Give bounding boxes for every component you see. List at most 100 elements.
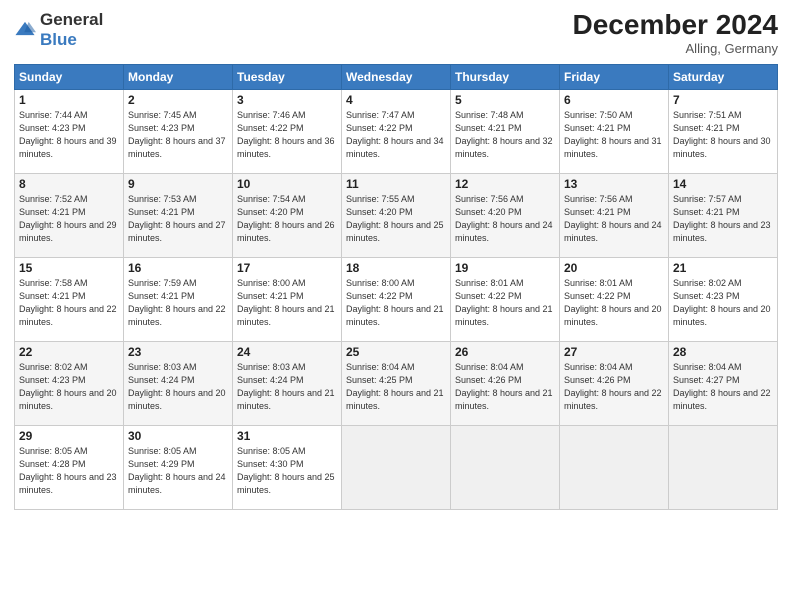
cell-details: Sunrise: 7:57 AM Sunset: 4:21 PM Dayligh… bbox=[673, 193, 773, 245]
week-row-1: 8Sunrise: 7:52 AM Sunset: 4:21 PM Daylig… bbox=[15, 173, 778, 257]
day-number: 19 bbox=[455, 261, 555, 275]
cell-details: Sunrise: 8:04 AM Sunset: 4:26 PM Dayligh… bbox=[455, 361, 555, 413]
cell-details: Sunrise: 7:53 AM Sunset: 4:21 PM Dayligh… bbox=[128, 193, 228, 245]
day-header-thursday: Thursday bbox=[451, 64, 560, 89]
calendar-cell: 29Sunrise: 8:05 AM Sunset: 4:28 PM Dayli… bbox=[15, 425, 124, 509]
cell-details: Sunrise: 8:03 AM Sunset: 4:24 PM Dayligh… bbox=[128, 361, 228, 413]
day-number: 21 bbox=[673, 261, 773, 275]
day-number: 12 bbox=[455, 177, 555, 191]
cell-details: Sunrise: 7:51 AM Sunset: 4:21 PM Dayligh… bbox=[673, 109, 773, 161]
day-header-saturday: Saturday bbox=[669, 64, 778, 89]
day-header-wednesday: Wednesday bbox=[342, 64, 451, 89]
cell-details: Sunrise: 7:44 AM Sunset: 4:23 PM Dayligh… bbox=[19, 109, 119, 161]
calendar-cell: 6 Sunrise: 7:50 AM Sunset: 4:21 PM Daylig… bbox=[560, 89, 669, 173]
day-number: 22 bbox=[19, 345, 119, 359]
day-header-sunday: Sunday bbox=[15, 64, 124, 89]
day-number: 16 bbox=[128, 261, 228, 275]
page: General Blue December 2024 Alling, Germa… bbox=[0, 0, 792, 612]
month-title: December 2024 bbox=[573, 10, 778, 41]
calendar-cell: 26 Sunrise: 8:04 AM Sunset: 4:26 PM Dayli… bbox=[451, 341, 560, 425]
day-number: 6 bbox=[564, 93, 664, 107]
calendar-cell: 5Sunrise: 7:48 AM Sunset: 4:21 PM Daylig… bbox=[451, 89, 560, 173]
day-header-friday: Friday bbox=[560, 64, 669, 89]
calendar-cell: 15 Sunrise: 7:58 AM Sunset: 4:21 PM Dayli… bbox=[15, 257, 124, 341]
day-number: 18 bbox=[346, 261, 446, 275]
cell-details: Sunrise: 8:04 AM Sunset: 4:25 PM Dayligh… bbox=[346, 361, 446, 413]
calendar-cell: 13Sunrise: 7:56 AM Sunset: 4:21 PM Dayli… bbox=[560, 173, 669, 257]
cell-details: Sunrise: 7:58 AM Sunset: 4:21 PM Dayligh… bbox=[19, 277, 119, 329]
calendar-cell: 9Sunrise: 7:53 AM Sunset: 4:21 PM Daylig… bbox=[124, 173, 233, 257]
cell-details: Sunrise: 7:50 AM Sunset: 4:21 PM Dayligh… bbox=[564, 109, 664, 161]
calendar-cell: 23 Sunrise: 8:03 AM Sunset: 4:24 PM Dayli… bbox=[124, 341, 233, 425]
week-row-3: 22 Sunrise: 8:02 AM Sunset: 4:23 PM Dayli… bbox=[15, 341, 778, 425]
calendar-cell: 27Sunrise: 8:04 AM Sunset: 4:26 PM Dayli… bbox=[560, 341, 669, 425]
calendar-cell bbox=[342, 425, 451, 509]
cell-details: Sunrise: 7:59 AM Sunset: 4:21 PM Dayligh… bbox=[128, 277, 228, 329]
day-number: 3 bbox=[237, 93, 337, 107]
cell-details: Sunrise: 8:03 AM Sunset: 4:24 PM Dayligh… bbox=[237, 361, 337, 413]
cell-details: Sunrise: 8:02 AM Sunset: 4:23 PM Dayligh… bbox=[19, 361, 119, 413]
calendar-cell: 3 Sunrise: 7:46 AM Sunset: 4:22 PM Daylig… bbox=[233, 89, 342, 173]
cell-details: Sunrise: 8:00 AM Sunset: 4:21 PM Dayligh… bbox=[237, 277, 337, 329]
calendar-cell: 18 Sunrise: 8:00 AM Sunset: 4:22 PM Dayli… bbox=[342, 257, 451, 341]
cell-details: Sunrise: 8:04 AM Sunset: 4:26 PM Dayligh… bbox=[564, 361, 664, 413]
day-number: 4 bbox=[346, 93, 446, 107]
calendar-cell: 1Sunrise: 7:44 AM Sunset: 4:23 PM Daylig… bbox=[15, 89, 124, 173]
day-number: 10 bbox=[237, 177, 337, 191]
calendar-cell bbox=[560, 425, 669, 509]
week-row-2: 15 Sunrise: 7:58 AM Sunset: 4:21 PM Dayli… bbox=[15, 257, 778, 341]
day-number: 14 bbox=[673, 177, 773, 191]
calendar-cell: 8Sunrise: 7:52 AM Sunset: 4:21 PM Daylig… bbox=[15, 173, 124, 257]
cell-details: Sunrise: 7:56 AM Sunset: 4:21 PM Dayligh… bbox=[564, 193, 664, 245]
cell-details: Sunrise: 8:04 AM Sunset: 4:27 PM Dayligh… bbox=[673, 361, 773, 413]
cell-details: Sunrise: 7:54 AM Sunset: 4:20 PM Dayligh… bbox=[237, 193, 337, 245]
cell-details: Sunrise: 7:56 AM Sunset: 4:20 PM Dayligh… bbox=[455, 193, 555, 245]
calendar-cell: 24 Sunrise: 8:03 AM Sunset: 4:24 PM Dayli… bbox=[233, 341, 342, 425]
week-row-4: 29Sunrise: 8:05 AM Sunset: 4:28 PM Dayli… bbox=[15, 425, 778, 509]
cell-details: Sunrise: 8:05 AM Sunset: 4:29 PM Dayligh… bbox=[128, 445, 228, 497]
day-header-monday: Monday bbox=[124, 64, 233, 89]
calendar-cell: 22 Sunrise: 8:02 AM Sunset: 4:23 PM Dayli… bbox=[15, 341, 124, 425]
day-number: 7 bbox=[673, 93, 773, 107]
calendar-body: 1Sunrise: 7:44 AM Sunset: 4:23 PM Daylig… bbox=[15, 89, 778, 509]
calendar-cell: 12 Sunrise: 7:56 AM Sunset: 4:20 PM Dayli… bbox=[451, 173, 560, 257]
title-block: December 2024 Alling, Germany bbox=[573, 10, 778, 56]
calendar-cell: 10 Sunrise: 7:54 AM Sunset: 4:20 PM Dayli… bbox=[233, 173, 342, 257]
calendar-header-row: SundayMondayTuesdayWednesdayThursdayFrid… bbox=[15, 64, 778, 89]
day-number: 24 bbox=[237, 345, 337, 359]
day-number: 23 bbox=[128, 345, 228, 359]
header: General Blue December 2024 Alling, Germa… bbox=[14, 10, 778, 56]
day-number: 2 bbox=[128, 93, 228, 107]
day-number: 28 bbox=[673, 345, 773, 359]
day-number: 25 bbox=[346, 345, 446, 359]
day-number: 20 bbox=[564, 261, 664, 275]
calendar-cell: 16 Sunrise: 7:59 AM Sunset: 4:21 PM Dayli… bbox=[124, 257, 233, 341]
calendar-cell: 20Sunrise: 8:01 AM Sunset: 4:22 PM Dayli… bbox=[560, 257, 669, 341]
calendar-cell: 2 Sunrise: 7:45 AM Sunset: 4:23 PM Daylig… bbox=[124, 89, 233, 173]
cell-details: Sunrise: 7:47 AM Sunset: 4:22 PM Dayligh… bbox=[346, 109, 446, 161]
day-number: 11 bbox=[346, 177, 446, 191]
cell-details: Sunrise: 8:01 AM Sunset: 4:22 PM Dayligh… bbox=[455, 277, 555, 329]
day-number: 8 bbox=[19, 177, 119, 191]
logo-general: General bbox=[40, 10, 103, 30]
cell-details: Sunrise: 8:05 AM Sunset: 4:30 PM Dayligh… bbox=[237, 445, 337, 497]
day-number: 30 bbox=[128, 429, 228, 443]
logo-icon bbox=[14, 19, 36, 41]
cell-details: Sunrise: 8:00 AM Sunset: 4:22 PM Dayligh… bbox=[346, 277, 446, 329]
day-number: 15 bbox=[19, 261, 119, 275]
calendar-cell: 14 Sunrise: 7:57 AM Sunset: 4:21 PM Dayli… bbox=[669, 173, 778, 257]
calendar-cell bbox=[451, 425, 560, 509]
cell-details: Sunrise: 8:02 AM Sunset: 4:23 PM Dayligh… bbox=[673, 277, 773, 329]
day-number: 31 bbox=[237, 429, 337, 443]
cell-details: Sunrise: 7:45 AM Sunset: 4:23 PM Dayligh… bbox=[128, 109, 228, 161]
calendar-cell: 7 Sunrise: 7:51 AM Sunset: 4:21 PM Daylig… bbox=[669, 89, 778, 173]
location: Alling, Germany bbox=[573, 41, 778, 56]
logo-blue: Blue bbox=[40, 30, 103, 50]
day-number: 26 bbox=[455, 345, 555, 359]
cell-details: Sunrise: 7:46 AM Sunset: 4:22 PM Dayligh… bbox=[237, 109, 337, 161]
week-row-0: 1Sunrise: 7:44 AM Sunset: 4:23 PM Daylig… bbox=[15, 89, 778, 173]
calendar-cell: 28 Sunrise: 8:04 AM Sunset: 4:27 PM Dayli… bbox=[669, 341, 778, 425]
cell-details: Sunrise: 7:55 AM Sunset: 4:20 PM Dayligh… bbox=[346, 193, 446, 245]
day-header-tuesday: Tuesday bbox=[233, 64, 342, 89]
cell-details: Sunrise: 7:48 AM Sunset: 4:21 PM Dayligh… bbox=[455, 109, 555, 161]
